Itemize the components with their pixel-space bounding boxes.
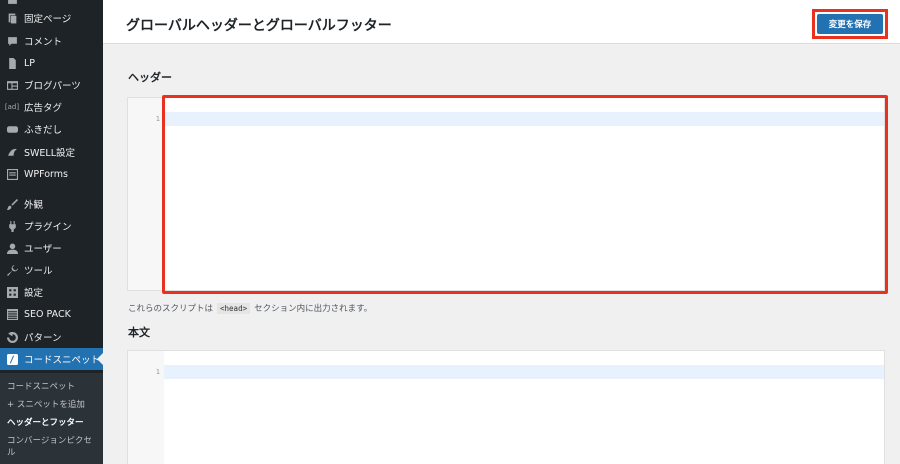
sidebar-item-blog-parts[interactable]: ブログパーツ	[0, 74, 103, 96]
header-help-text: これらのスクリプトは <head> セクション内に出力されます。	[128, 302, 372, 314]
active-indicator	[97, 353, 103, 365]
line-number: 1	[155, 115, 160, 123]
sidebar-item-label: ふきだし	[24, 125, 63, 136]
sidebar-item-tools[interactable]: ツール	[0, 259, 103, 281]
pattern-icon	[2, 331, 22, 343]
head-tag-code: <head>	[217, 302, 251, 314]
sidebar-item-label: ユーザー	[24, 244, 62, 255]
comment-icon	[2, 36, 22, 47]
sidebar-item-label: コメント	[24, 37, 63, 48]
body-code-editor[interactable]: 1	[127, 350, 885, 464]
submenu: コードスニペット + スニペットを追加 ヘッダーとフッター コンバージョンピクセ…	[0, 373, 103, 464]
wrench-icon	[2, 264, 22, 276]
swell-icon	[2, 147, 22, 158]
sidebar-item-label: WPForms	[24, 168, 69, 180]
form-icon	[2, 168, 22, 180]
pages-icon	[2, 13, 22, 24]
editor-gutter: 1	[128, 351, 164, 464]
header-editor-highlight	[162, 95, 888, 294]
sidebar-item-fukidashi[interactable]: ふきだし	[0, 118, 103, 140]
help-text-after: セクション内に出力されます。	[254, 304, 373, 314]
sidebar-item-users[interactable]: ユーザー	[0, 237, 103, 259]
submenu-item-add-snippet[interactable]: + スニペットを追加	[7, 398, 85, 410]
sidebar-item-label: 広告タグ	[24, 103, 63, 114]
settings-icon	[2, 286, 22, 298]
user-icon	[2, 243, 22, 254]
submenu-item-code-snippets[interactable]: コードスニペット	[7, 380, 75, 392]
submenu-item-conversion-pixels[interactable]: コンバージョンピクセ	[7, 434, 92, 446]
line-number: 1	[155, 368, 160, 376]
admin-sidebar: 固定ページ コメント LP ブログパーツ [ad] 広告タグ ふきだし SWEL…	[0, 0, 103, 464]
plugin-icon	[2, 220, 22, 232]
sidebar-item-label: 固定ページ	[24, 14, 72, 25]
speech-icon	[2, 124, 22, 135]
sidebar-item-ad-tag[interactable]: [ad] 広告タグ	[0, 96, 103, 118]
sidebar-item-swell-settings[interactable]: SWELL設定	[0, 141, 103, 163]
editor-gutter: 1	[128, 98, 164, 290]
sidebar-item-label: プラグイン	[24, 222, 72, 233]
sidebar-item-label: LP	[24, 57, 36, 69]
sidebar-item-seo-pack[interactable]: SEO PACK	[0, 303, 103, 325]
page-title: グローバルヘッダーとグローバルフッター	[126, 18, 392, 34]
parts-icon	[2, 80, 22, 91]
sidebar-item-label: ツール	[24, 266, 53, 277]
sidebar-item-label: 外観	[24, 200, 44, 211]
sidebar-item-patterns[interactable]: パターン	[0, 326, 103, 348]
sidebar-item-appearance[interactable]: 外観	[0, 193, 103, 215]
seo-icon	[2, 308, 22, 320]
sidebar-item-wpforms[interactable]: WPForms	[0, 163, 103, 185]
sidebar-item-pages[interactable]: 固定ページ	[0, 7, 103, 29]
header-section-label: ヘッダー	[128, 71, 172, 84]
sidebar-item-label: SWELL設定	[24, 148, 76, 159]
posts-icon	[2, 0, 22, 5]
sidebar-item-code-snippets[interactable]: コードスニペット	[0, 348, 103, 370]
sidebar-item-comments[interactable]: コメント	[0, 30, 103, 52]
active-line	[164, 365, 884, 379]
sidebar-item-settings[interactable]: 設定	[0, 281, 103, 303]
page-header: グローバルヘッダーとグローバルフッター	[103, 0, 900, 44]
sidebar-item-label: SEO PACK	[24, 308, 71, 320]
code-icon	[2, 353, 22, 365]
body-section-label: 本文	[128, 326, 150, 339]
brush-icon	[2, 198, 22, 210]
submenu-item-header-footer[interactable]: ヘッダーとフッター	[7, 416, 84, 428]
page-icon	[2, 57, 22, 69]
ad-icon: [ad]	[4, 103, 20, 111]
save-button[interactable]: 変更を保存	[817, 14, 883, 34]
sidebar-item-label: 設定	[24, 288, 44, 299]
sidebar-item-label: コードスニペット	[24, 355, 101, 366]
help-text-before: これらのスクリプトは	[128, 304, 214, 314]
submenu-item-conversion-pixels-cont[interactable]: ル	[7, 446, 16, 458]
sidebar-item-lp[interactable]: LP	[0, 52, 103, 74]
sidebar-item-plugins[interactable]: プラグイン	[0, 215, 103, 237]
sidebar-item-label: ブログパーツ	[24, 81, 81, 92]
sidebar-item-label: パターン	[24, 333, 62, 344]
save-highlight: 変更を保存	[812, 9, 888, 39]
